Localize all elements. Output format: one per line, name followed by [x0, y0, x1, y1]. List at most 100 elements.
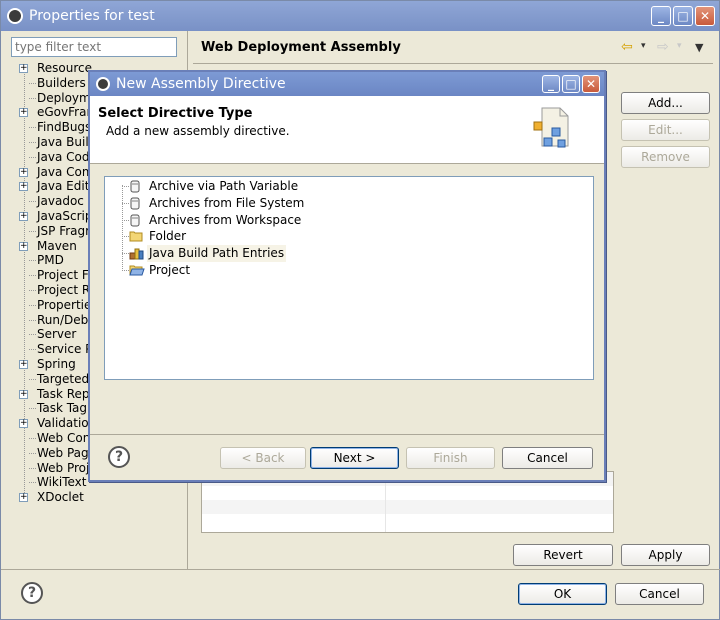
dialog-heading: Select Directive Type — [98, 106, 253, 121]
tree-item-label: Server — [37, 327, 77, 342]
jar-icon — [129, 180, 141, 193]
tree-connector — [29, 304, 36, 306]
dialog-close-button[interactable]: ✕ — [582, 75, 600, 93]
tree-connector — [122, 186, 129, 187]
help-icon[interactable]: ? — [21, 582, 43, 604]
tree-item-label: Web Cont — [37, 431, 96, 445]
eclipse-icon — [96, 77, 110, 91]
directive-type-list[interactable]: Archive via Path Variable Archives from F… — [104, 176, 594, 380]
window-titlebar[interactable]: Properties for test _ □ ✕ — [1, 1, 719, 31]
close-button[interactable]: ✕ — [695, 6, 715, 26]
tree-connector — [29, 408, 36, 410]
tree-connector — [29, 438, 36, 439]
tree-item-label: JSP Fragr — [37, 223, 91, 238]
tree-connector — [29, 334, 36, 336]
expand-icon[interactable]: + — [19, 182, 28, 192]
tree-connector — [29, 467, 36, 469]
list-item-label: Archive via Path Variable — [149, 179, 299, 193]
dialog-maximize-button[interactable]: □ — [562, 75, 580, 93]
dialog-subheading: Add a new assembly directive. — [106, 124, 290, 138]
tree-item-label: Spring — [37, 357, 76, 371]
expand-icon[interactable]: + — [19, 419, 28, 429]
next-button[interactable]: Next > — [310, 447, 399, 469]
expand-icon[interactable]: + — [19, 241, 28, 251]
dialog-help-icon[interactable]: ? — [108, 446, 130, 468]
tree-item-label: Javadoc L — [37, 194, 95, 209]
library-icon — [129, 247, 144, 260]
tree-item-label: Project Fa — [37, 268, 96, 283]
tree-item-label: Java Cod — [37, 149, 90, 164]
tree-connector — [29, 82, 36, 84]
filter-input[interactable] — [11, 37, 177, 57]
tree-connector — [29, 97, 36, 99]
list-item-label: Folder — [149, 229, 187, 244]
tree-item-label: Java Com — [37, 164, 94, 179]
page-title: Web Deployment Assembly — [201, 40, 401, 55]
tree-connector — [122, 253, 129, 255]
tree-connector — [29, 201, 36, 203]
new-assembly-directive-dialog: New Assembly Directive _ □ ✕ Select Dire… — [88, 70, 606, 482]
tree-item-label: Service P — [37, 342, 93, 357]
jar-icon — [129, 197, 141, 210]
back-menu-icon[interactable]: ▾ — [641, 41, 646, 51]
expand-icon[interactable]: + — [19, 493, 28, 503]
tree-connector — [122, 270, 129, 271]
wizard-banner-icon — [533, 107, 569, 148]
tree-item-label: Maven — [37, 238, 77, 253]
dialog-minimize-button[interactable]: _ — [542, 75, 560, 93]
cancel-button[interactable]: Cancel — [615, 583, 704, 605]
eclipse-icon — [7, 8, 23, 24]
expand-icon[interactable]: + — [19, 64, 28, 73]
tree-connector — [29, 260, 36, 262]
add-button[interactable]: Add... — [621, 92, 710, 114]
tree-connector — [122, 219, 129, 221]
dialog-cancel-button[interactable]: Cancel — [502, 447, 593, 469]
list-item-label: Archives from File System — [149, 195, 305, 210]
expand-icon[interactable]: + — [19, 167, 28, 177]
tree-item-label: Resource — [37, 61, 93, 75]
dialog-titlebar[interactable]: New Assembly Directive _ □ ✕ — [90, 72, 604, 96]
folder-icon — [129, 230, 143, 243]
jar-icon — [129, 214, 141, 227]
tree-connector — [29, 349, 36, 351]
tree-connector — [29, 319, 36, 321]
minimize-button[interactable]: _ — [651, 6, 671, 26]
expand-icon[interactable]: + — [19, 389, 28, 399]
tree-connector — [29, 127, 36, 129]
list-item-label: Archives from Workspace — [149, 212, 302, 227]
tree-item-label: Task Tag — [37, 401, 88, 416]
forward-menu-icon[interactable]: ▾ — [677, 41, 682, 51]
expand-icon[interactable]: + — [19, 360, 28, 369]
expand-icon[interactable]: + — [19, 212, 28, 221]
tree-connector — [29, 378, 36, 380]
tree-connector — [29, 230, 36, 232]
tree-item-label: Builders — [37, 75, 86, 90]
forward-arrow-icon[interactable]: ⇨ — [657, 39, 669, 55]
back-button[interactable]: < Back — [220, 447, 306, 469]
revert-button[interactable]: Revert — [513, 544, 613, 566]
tree-item-label: FindBugs — [37, 120, 92, 135]
window-title: Properties for test — [29, 8, 155, 24]
ok-button[interactable]: OK — [518, 583, 607, 605]
dialog-header: Select Directive Type Add a new assembly… — [90, 96, 604, 164]
apply-button[interactable]: Apply — [621, 544, 710, 566]
maximize-button[interactable]: □ — [673, 6, 693, 26]
tree-connector — [29, 156, 36, 158]
tree-item-label: XDoclet — [37, 490, 84, 505]
finish-button[interactable]: Finish — [406, 447, 495, 469]
edit-button[interactable]: Edit... — [621, 119, 710, 141]
tree-connector — [29, 290, 36, 291]
tree-item-label: WikiText — [37, 475, 87, 490]
view-menu-icon[interactable]: ▼ — [695, 41, 703, 54]
tree-connector — [122, 202, 129, 204]
remove-button[interactable]: Remove — [621, 146, 710, 168]
tree-connector — [122, 236, 129, 238]
tree-item-label: JavaScrip — [37, 209, 93, 223]
tree-item-label: PMD — [37, 253, 64, 268]
tree-connector — [29, 142, 36, 143]
back-arrow-icon[interactable]: ⇦ — [621, 39, 633, 55]
tree-item-label: Task Rep — [37, 386, 90, 401]
tree-item-label: Targeted — [37, 371, 90, 386]
expand-icon[interactable]: + — [19, 108, 28, 118]
list-item-label: Java Build Path Entries — [147, 245, 287, 263]
